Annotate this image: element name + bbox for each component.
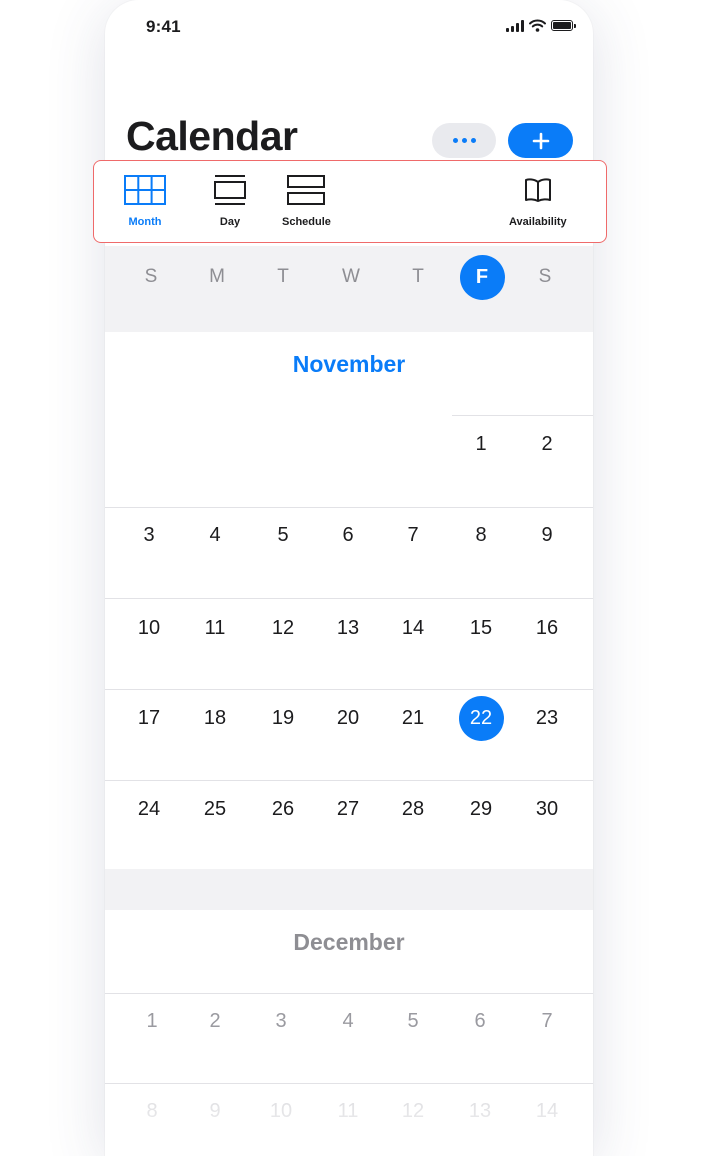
- tab-schedule-label: Schedule: [282, 216, 331, 228]
- day-cell[interactable]: 11: [326, 1099, 370, 1123]
- tab-availability[interactable]: Availability: [509, 175, 567, 228]
- more-button[interactable]: [432, 123, 496, 158]
- day-cell[interactable]: 16: [525, 616, 569, 640]
- week-divider: [452, 415, 593, 416]
- weekday-6: S: [538, 266, 552, 287]
- day-cell[interactable]: 9: [525, 523, 569, 547]
- tab-availability-label: Availability: [509, 216, 567, 228]
- month-title-december: December: [293, 929, 405, 955]
- plus-icon: [532, 132, 549, 149]
- month-separator: [105, 869, 593, 910]
- tab-day[interactable]: Day: [214, 175, 246, 228]
- weekday-3: W: [342, 266, 360, 287]
- day-cell[interactable]: 4: [193, 523, 237, 547]
- day-cell[interactable]: 8: [130, 1099, 174, 1123]
- day-cell[interactable]: 24: [127, 797, 171, 821]
- tab-schedule[interactable]: Schedule: [282, 175, 331, 228]
- day-cell[interactable]: 2: [193, 1009, 237, 1033]
- signal-icon: [506, 19, 524, 32]
- schedule-view-icon: [287, 175, 326, 205]
- day-cell[interactable]: 26: [261, 797, 305, 821]
- day-cell[interactable]: 3: [259, 1009, 303, 1033]
- view-switcher: Month Day Schedule Availability: [93, 160, 607, 243]
- day-cell[interactable]: 12: [261, 616, 305, 640]
- battery-icon: [551, 20, 576, 31]
- month-title-november: November: [292, 351, 406, 377]
- day-cell[interactable]: 1: [130, 1009, 174, 1033]
- week-divider: [105, 598, 593, 599]
- month-grid-icon: [124, 175, 166, 205]
- week-divider: [105, 780, 593, 781]
- day-cell[interactable]: 18: [193, 706, 237, 730]
- day-cell[interactable]: 7: [391, 523, 435, 547]
- day-cell[interactable]: 27: [326, 797, 370, 821]
- week-divider: [105, 689, 593, 690]
- day-cell[interactable]: 20: [326, 706, 370, 730]
- book-icon: [524, 178, 551, 202]
- day-cell[interactable]: 5: [391, 1009, 435, 1033]
- day-cell[interactable]: 17: [127, 706, 171, 730]
- weekday-5: F: [459, 255, 505, 300]
- status-icons: [506, 19, 576, 32]
- tab-month-label: Month: [128, 216, 162, 228]
- day-cell[interactable]: 29: [459, 797, 503, 821]
- day-cell[interactable]: 28: [391, 797, 435, 821]
- day-cell[interactable]: 9: [193, 1099, 237, 1123]
- day-cell[interactable]: 15: [459, 616, 503, 640]
- day-cell[interactable]: 8: [459, 523, 503, 547]
- week-divider: [105, 1083, 593, 1084]
- day-cell[interactable]: 13: [458, 1099, 502, 1123]
- day-cell-today[interactable]: 22: [458, 695, 504, 741]
- week-divider: [105, 993, 593, 994]
- day-cell[interactable]: 21: [391, 706, 435, 730]
- day-cell[interactable]: 2: [525, 432, 569, 456]
- page-title: Calendar: [126, 113, 298, 159]
- bottom-fade: [105, 1036, 593, 1156]
- tab-month[interactable]: Month: [124, 175, 166, 228]
- more-dots-icon: [452, 138, 458, 143]
- day-cell[interactable]: 11: [193, 616, 237, 640]
- weekday-header: SMTWTFS: [105, 246, 593, 332]
- day-cell[interactable]: 10: [259, 1099, 303, 1123]
- day-cell[interactable]: 1: [459, 432, 503, 456]
- day-cell[interactable]: 10: [127, 616, 171, 640]
- day-cell[interactable]: 23: [525, 706, 569, 730]
- weekday-1: M: [209, 266, 225, 287]
- day-cell[interactable]: 14: [391, 616, 435, 640]
- weekday-0: S: [144, 266, 158, 287]
- day-cell[interactable]: 7: [525, 1009, 569, 1033]
- day-cell[interactable]: 14: [525, 1099, 569, 1123]
- add-event-button[interactable]: [508, 123, 573, 158]
- day-cell[interactable]: 6: [458, 1009, 502, 1033]
- tab-day-label: Day: [219, 216, 241, 228]
- day-cell[interactable]: 30: [525, 797, 569, 821]
- day-cell[interactable]: 19: [261, 706, 305, 730]
- day-cell[interactable]: 13: [326, 616, 370, 640]
- weekday-4: T: [412, 266, 424, 287]
- week-divider: [105, 507, 593, 508]
- status-time: 9:41: [146, 17, 181, 36]
- day-cell[interactable]: 3: [127, 523, 171, 547]
- day-cell[interactable]: 5: [261, 523, 305, 547]
- day-cell[interactable]: 6: [326, 523, 370, 547]
- wifi-icon: [529, 19, 546, 32]
- day-cell[interactable]: 12: [391, 1099, 435, 1123]
- weekday-2: T: [277, 266, 289, 287]
- day-view-icon: [214, 175, 246, 205]
- day-cell[interactable]: 25: [193, 797, 237, 821]
- day-cell[interactable]: 4: [326, 1009, 370, 1033]
